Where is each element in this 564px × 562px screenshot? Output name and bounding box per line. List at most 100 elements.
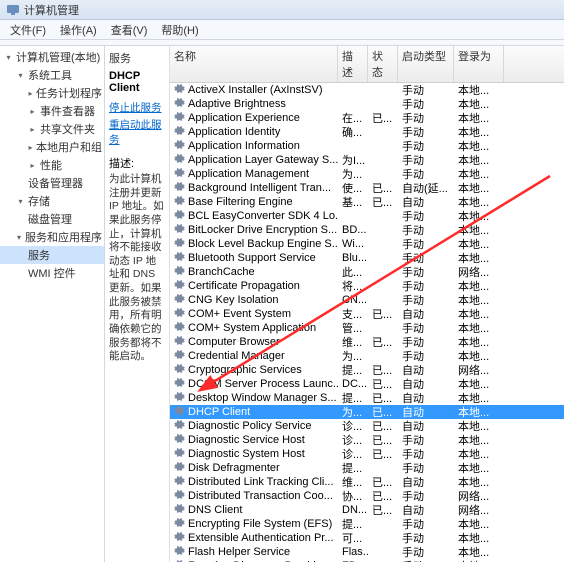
expander-icon[interactable]: ▾ [4, 53, 13, 62]
tree-wmi[interactable]: WMI 控件 [0, 264, 104, 282]
tree-disk-management[interactable]: 磁盘管理 [0, 210, 104, 228]
service-row[interactable]: Block Level Backup Engine S...Wi...手动本地.… [170, 237, 564, 251]
service-row[interactable]: BranchCache此...手动网络... [170, 265, 564, 279]
gear-icon [174, 97, 185, 111]
gear-icon [174, 83, 185, 97]
cell-desc: 提... [338, 362, 368, 378]
cell-name: DNS Client [170, 503, 338, 517]
tree-task-scheduler[interactable]: ▸任务计划程序 [0, 84, 104, 102]
service-row[interactable]: Extensible Authentication Pr...可...手动本地.… [170, 531, 564, 545]
col-login[interactable]: 登录为 [454, 46, 504, 82]
service-row[interactable]: Credential Manager为...手动本地... [170, 349, 564, 363]
gear-icon [174, 195, 185, 209]
col-start[interactable]: 启动类型 [398, 46, 454, 82]
tree-services-apps[interactable]: ▾服务和应用程序 [0, 228, 104, 246]
service-row[interactable]: Computer Browser维...已...手动本地... [170, 335, 564, 349]
service-row[interactable]: Flash Helper ServiceFlas...手动本地... [170, 545, 564, 559]
col-status[interactable]: 状态 [368, 46, 398, 82]
service-row[interactable]: Distributed Transaction Coo...协...已...手动… [170, 489, 564, 503]
service-name-text: COM+ System Application [188, 322, 316, 334]
service-row[interactable]: Adaptive Brightness手动本地... [170, 97, 564, 111]
cell-name: Encrypting File System (EFS) [170, 517, 338, 531]
cell-name: Application Identity [170, 125, 338, 139]
menu-view[interactable]: 查看(V) [105, 21, 154, 39]
service-row[interactable]: Background Intelligent Tran...使...已...自动… [170, 181, 564, 195]
cell-desc: 将... [338, 278, 368, 294]
service-row[interactable]: Certificate Propagation将...手动本地... [170, 279, 564, 293]
service-row[interactable]: COM+ Event System支...已...自动本地... [170, 307, 564, 321]
info-panel-title: 服务 [109, 50, 165, 66]
cell-login: 本地... [454, 558, 504, 562]
col-name[interactable]: 名称 [170, 46, 338, 82]
tree-system-tools[interactable]: ▾ 系统工具 [0, 66, 104, 84]
cell-status: 已... [368, 306, 398, 322]
expander-icon[interactable]: ▾ [16, 197, 25, 206]
service-row[interactable]: DNS ClientDN...已...自动网络... [170, 503, 564, 517]
menu-file[interactable]: 文件(F) [4, 21, 52, 39]
cell-name: Application Management [170, 167, 338, 181]
services-list: 名称 描述 状态 启动类型 登录为 ActiveX Installer (AxI… [170, 46, 564, 562]
service-row[interactable]: Encrypting File System (EFS)提...手动本地... [170, 517, 564, 531]
cell-name: BCL EasyConverter SDK 4 Lo... [170, 209, 338, 223]
restart-service-link[interactable]: 重启动此服务 [109, 117, 165, 147]
cell-name: Computer Browser [170, 335, 338, 349]
gear-icon [174, 545, 185, 559]
service-row[interactable]: Application Experience在...已...手动本地... [170, 111, 564, 125]
service-row[interactable]: Application Management为...手动本地... [170, 167, 564, 181]
service-row[interactable]: DCOM Server Process Launc...DC...已...自动本… [170, 377, 564, 391]
service-row[interactable]: Application Layer Gateway S...为I...手动本地.… [170, 153, 564, 167]
expander-icon[interactable]: ▾ [16, 71, 25, 80]
tree-root[interactable]: ▾ 计算机管理(本地) [0, 48, 104, 66]
gear-icon [174, 461, 185, 475]
tree-services[interactable]: 服务 [0, 246, 104, 264]
service-row[interactable]: Diagnostic Policy Service诊...已...自动本地... [170, 419, 564, 433]
tree-event-viewer[interactable]: ▸事件查看器 [0, 102, 104, 120]
service-row[interactable]: Application Information手动本地... [170, 139, 564, 153]
cell-name: Application Experience [170, 111, 338, 125]
cell-name: Disk Defragmenter [170, 461, 338, 475]
service-row[interactable]: Bluetooth Support ServiceBlu...手动本地... [170, 251, 564, 265]
tree-local-users[interactable]: ▸本地用户和组 [0, 138, 104, 156]
app-icon [6, 3, 20, 17]
service-row[interactable]: CNG Key IsolationCN...手动本地... [170, 293, 564, 307]
service-row[interactable]: Diagnostic System Host诊...已...手动本地... [170, 447, 564, 461]
service-row[interactable]: Disk Defragmenter提...手动本地... [170, 461, 564, 475]
detail-panel: 服务 DHCP Client 停止此服务 重启动此服务 描述: 为此计算机注册并… [105, 46, 564, 562]
gear-icon [174, 405, 185, 419]
service-row[interactable]: Diagnostic Service Host诊...已...手动本地... [170, 433, 564, 447]
list-body[interactable]: ActiveX Installer (AxInstSV)手动本地...Adapt… [170, 83, 564, 562]
cell-name: Base Filtering Engine [170, 195, 338, 209]
tree-performance[interactable]: ▸性能 [0, 156, 104, 174]
gear-icon [174, 307, 185, 321]
service-name-text: Flash Helper Service [188, 546, 290, 558]
service-row[interactable]: Application Identity确...手动本地... [170, 125, 564, 139]
service-name-text: Certificate Propagation [188, 280, 300, 292]
service-row[interactable]: Desktop Window Manager S...提...已...自动本地.… [170, 391, 564, 405]
service-row[interactable]: Cryptographic Services提...已...自动网络... [170, 363, 564, 377]
cell-start: 手动 [398, 558, 454, 562]
cell-name: Diagnostic Policy Service [170, 419, 338, 433]
tree-shared-folders[interactable]: ▸共享文件夹 [0, 120, 104, 138]
col-desc[interactable]: 描述 [338, 46, 368, 82]
menu-help[interactable]: 帮助(H) [155, 21, 204, 39]
menu-action[interactable]: 操作(A) [54, 21, 103, 39]
service-row[interactable]: Distributed Link Tracking Cli...维...已...… [170, 475, 564, 489]
service-row[interactable]: BCL EasyConverter SDK 4 Lo...手动本地... [170, 209, 564, 223]
service-row[interactable]: COM+ System Application管...手动本地... [170, 321, 564, 335]
cell-desc: 可... [338, 530, 368, 546]
service-name-text: DHCP Client [188, 406, 250, 418]
service-row[interactable]: DHCP Client为...已...自动本地... [170, 405, 564, 419]
expander-icon[interactable]: ▾ [16, 233, 22, 242]
service-row[interactable]: ActiveX Installer (AxInstSV)手动本地... [170, 83, 564, 97]
service-name-text: Diagnostic Service Host [188, 434, 305, 446]
tree-device-manager[interactable]: 设备管理器 [0, 174, 104, 192]
service-row[interactable]: BitLocker Drive Encryption S...BD...手动本地… [170, 223, 564, 237]
cell-name: Application Information [170, 139, 338, 153]
service-name-text: DNS Client [188, 504, 242, 516]
service-row[interactable]: Base Filtering Engine基...已...自动本地... [170, 195, 564, 209]
service-name-text: Base Filtering Engine [188, 196, 293, 208]
service-name-text: Block Level Backup Engine S... [188, 238, 338, 250]
tree-storage[interactable]: ▾存储 [0, 192, 104, 210]
stop-service-link[interactable]: 停止此服务 [109, 100, 165, 115]
cell-status: 已... [368, 502, 398, 518]
